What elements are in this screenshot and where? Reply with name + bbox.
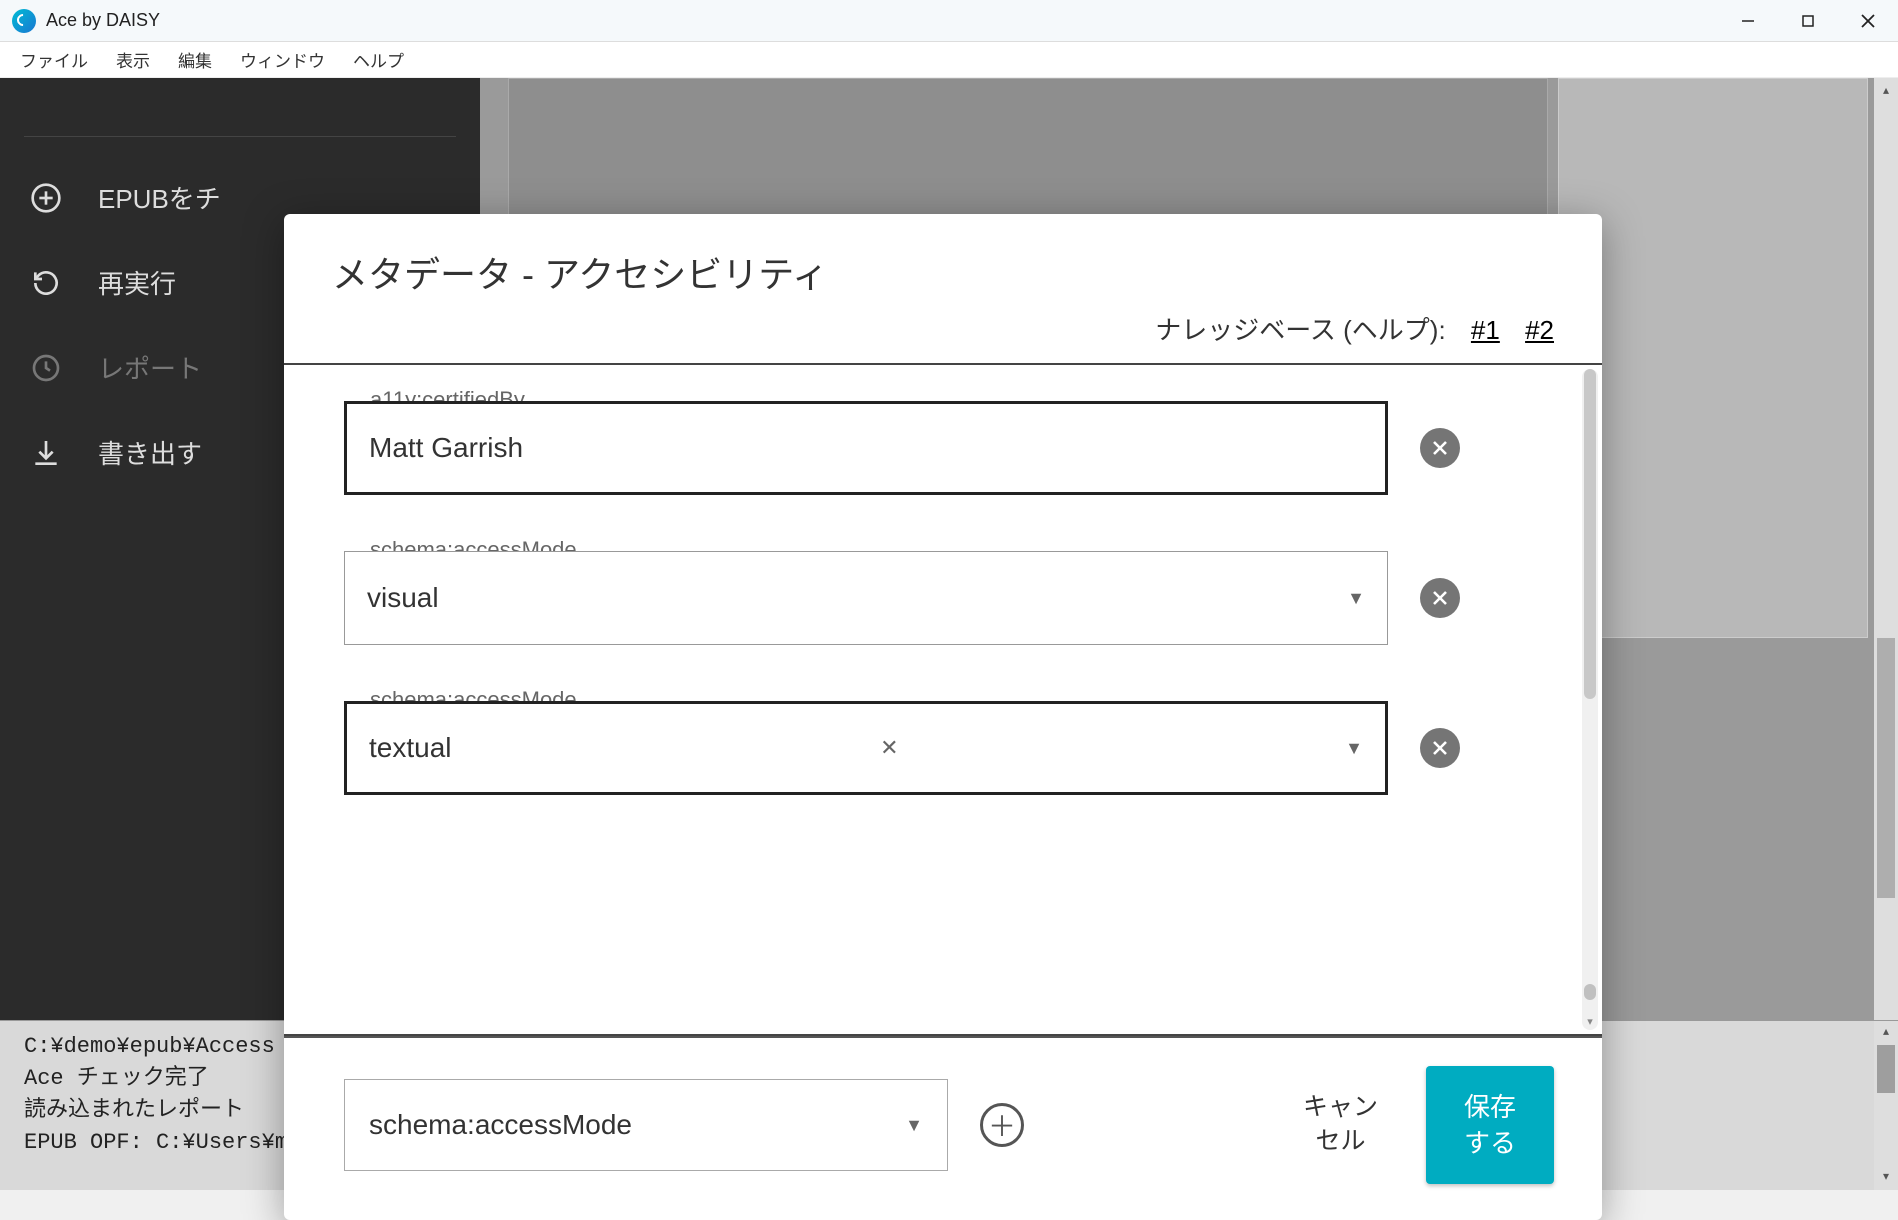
console-scrollbar[interactable]: ▴ ▾ — [1874, 1021, 1898, 1190]
help-link-2[interactable]: #2 — [1525, 315, 1554, 345]
modal-footer: schema:accessMode ▼ ＋ キャンセル 保存する — [284, 1036, 1602, 1220]
minimize-icon — [1741, 14, 1755, 28]
add-metadata-select[interactable]: schema:accessMode ▼ — [344, 1079, 948, 1171]
app-icon — [12, 9, 36, 33]
main-area: EPUBをチ 再実行 レポート 書き出す 設定 — [0, 78, 1898, 1190]
chevron-down-icon: ▼ — [1347, 588, 1365, 609]
field-row-certifiedby: a11y:certifiedBy Matt Garrish — [344, 401, 1566, 495]
field-wrap: schema:accessMode textual ✕ ▼ — [344, 701, 1388, 795]
menu-file[interactable]: ファイル — [8, 43, 100, 76]
minimize-button[interactable] — [1718, 0, 1778, 42]
help-label: ナレッジベース (ヘルプ): — [1155, 315, 1445, 345]
cancel-label: キャンセル — [1303, 1093, 1378, 1155]
sidebar-item-label: 再実行 — [98, 264, 176, 301]
maximize-button[interactable] — [1778, 0, 1838, 42]
titlebar-left: Ace by DAISY — [0, 9, 160, 33]
titlebar: Ace by DAISY — [0, 0, 1898, 42]
chevron-down-icon: ▼ — [1345, 738, 1363, 759]
scrollbar-thumb[interactable] — [1584, 984, 1596, 1000]
window-controls — [1718, 0, 1898, 42]
menu-window[interactable]: ウィンドウ — [228, 43, 337, 76]
delete-field-button[interactable] — [1420, 428, 1460, 468]
chevron-down-icon: ▼ — [905, 1115, 923, 1136]
refresh-icon — [30, 267, 62, 299]
modal-title: メタデータ - アクセシビリティ — [332, 246, 1554, 298]
plus-circle-icon — [30, 182, 62, 214]
metadata-modal: メタデータ - アクセシビリティ ナレッジベース (ヘルプ): #1 #2 a1… — [284, 214, 1602, 1220]
field-wrap: a11y:certifiedBy Matt Garrish — [344, 401, 1388, 495]
scrollbar-thumb[interactable] — [1584, 369, 1596, 699]
sidebar-divider — [24, 136, 456, 137]
menu-help[interactable]: ヘルプ — [341, 43, 416, 76]
scroll-down-icon[interactable]: ▾ — [1582, 1015, 1598, 1028]
delete-field-button[interactable] — [1420, 728, 1460, 768]
plus-icon: ＋ — [988, 1105, 1016, 1145]
sidebar-item-label: EPUBをチ — [98, 179, 221, 216]
scroll-up-icon[interactable]: ▴ — [1874, 1021, 1898, 1045]
field-row-accessmode-textual: schema:accessMode textual ✕ ▼ — [344, 701, 1566, 795]
sidebar-item-label: 書き出す — [98, 434, 202, 471]
window-title: Ace by DAISY — [46, 10, 160, 31]
close-icon — [1431, 439, 1449, 457]
field-row-accessmode-visual: schema:accessMode visual ▼ — [344, 551, 1566, 645]
add-field-button[interactable]: ＋ — [980, 1103, 1024, 1147]
modal-header: メタデータ - アクセシビリティ — [284, 214, 1602, 310]
scroll-down-icon[interactable]: ▾ — [1874, 1166, 1898, 1190]
close-icon — [1860, 13, 1876, 29]
scrollbar-thumb[interactable] — [1877, 638, 1895, 898]
field-value: textual — [369, 732, 452, 764]
modal-scrollbar[interactable]: ▾ — [1582, 369, 1598, 1030]
download-icon — [30, 437, 62, 469]
accessmode-combo[interactable]: textual ✕ ▼ — [344, 701, 1388, 795]
field-wrap: schema:accessMode visual ▼ — [344, 551, 1388, 645]
certifiedby-input[interactable]: Matt Garrish — [344, 401, 1388, 495]
help-link-1[interactable]: #1 — [1471, 315, 1500, 345]
close-icon — [1431, 739, 1449, 757]
menu-edit[interactable]: 編集 — [166, 43, 224, 76]
close-button[interactable] — [1838, 0, 1898, 42]
history-icon — [30, 352, 62, 384]
field-value: visual — [367, 582, 439, 614]
bg-panel — [1558, 78, 1868, 638]
scrollbar-thumb[interactable] — [1877, 1045, 1895, 1093]
scroll-up-icon[interactable]: ▴ — [1874, 78, 1898, 102]
menu-view[interactable]: 表示 — [104, 43, 162, 76]
delete-field-button[interactable] — [1420, 578, 1460, 618]
sidebar-item-label: レポート — [98, 349, 202, 386]
clear-icon[interactable]: ✕ — [880, 735, 898, 761]
close-icon — [1431, 589, 1449, 607]
save-button[interactable]: 保存する — [1426, 1066, 1554, 1184]
maximize-icon — [1801, 14, 1815, 28]
footer-select-value: schema:accessMode — [369, 1109, 632, 1141]
cancel-button[interactable]: キャンセル — [1287, 1083, 1394, 1167]
modal-body: a11y:certifiedBy Matt Garrish schema:acc… — [284, 365, 1602, 1034]
menubar: ファイル 表示 編集 ウィンドウ ヘルプ — [0, 42, 1898, 78]
field-value: Matt Garrish — [369, 432, 523, 464]
accessmode-select[interactable]: visual ▼ — [344, 551, 1388, 645]
modal-helpbar: ナレッジベース (ヘルプ): #1 #2 — [284, 310, 1602, 363]
save-label: 保存する — [1464, 1092, 1516, 1158]
